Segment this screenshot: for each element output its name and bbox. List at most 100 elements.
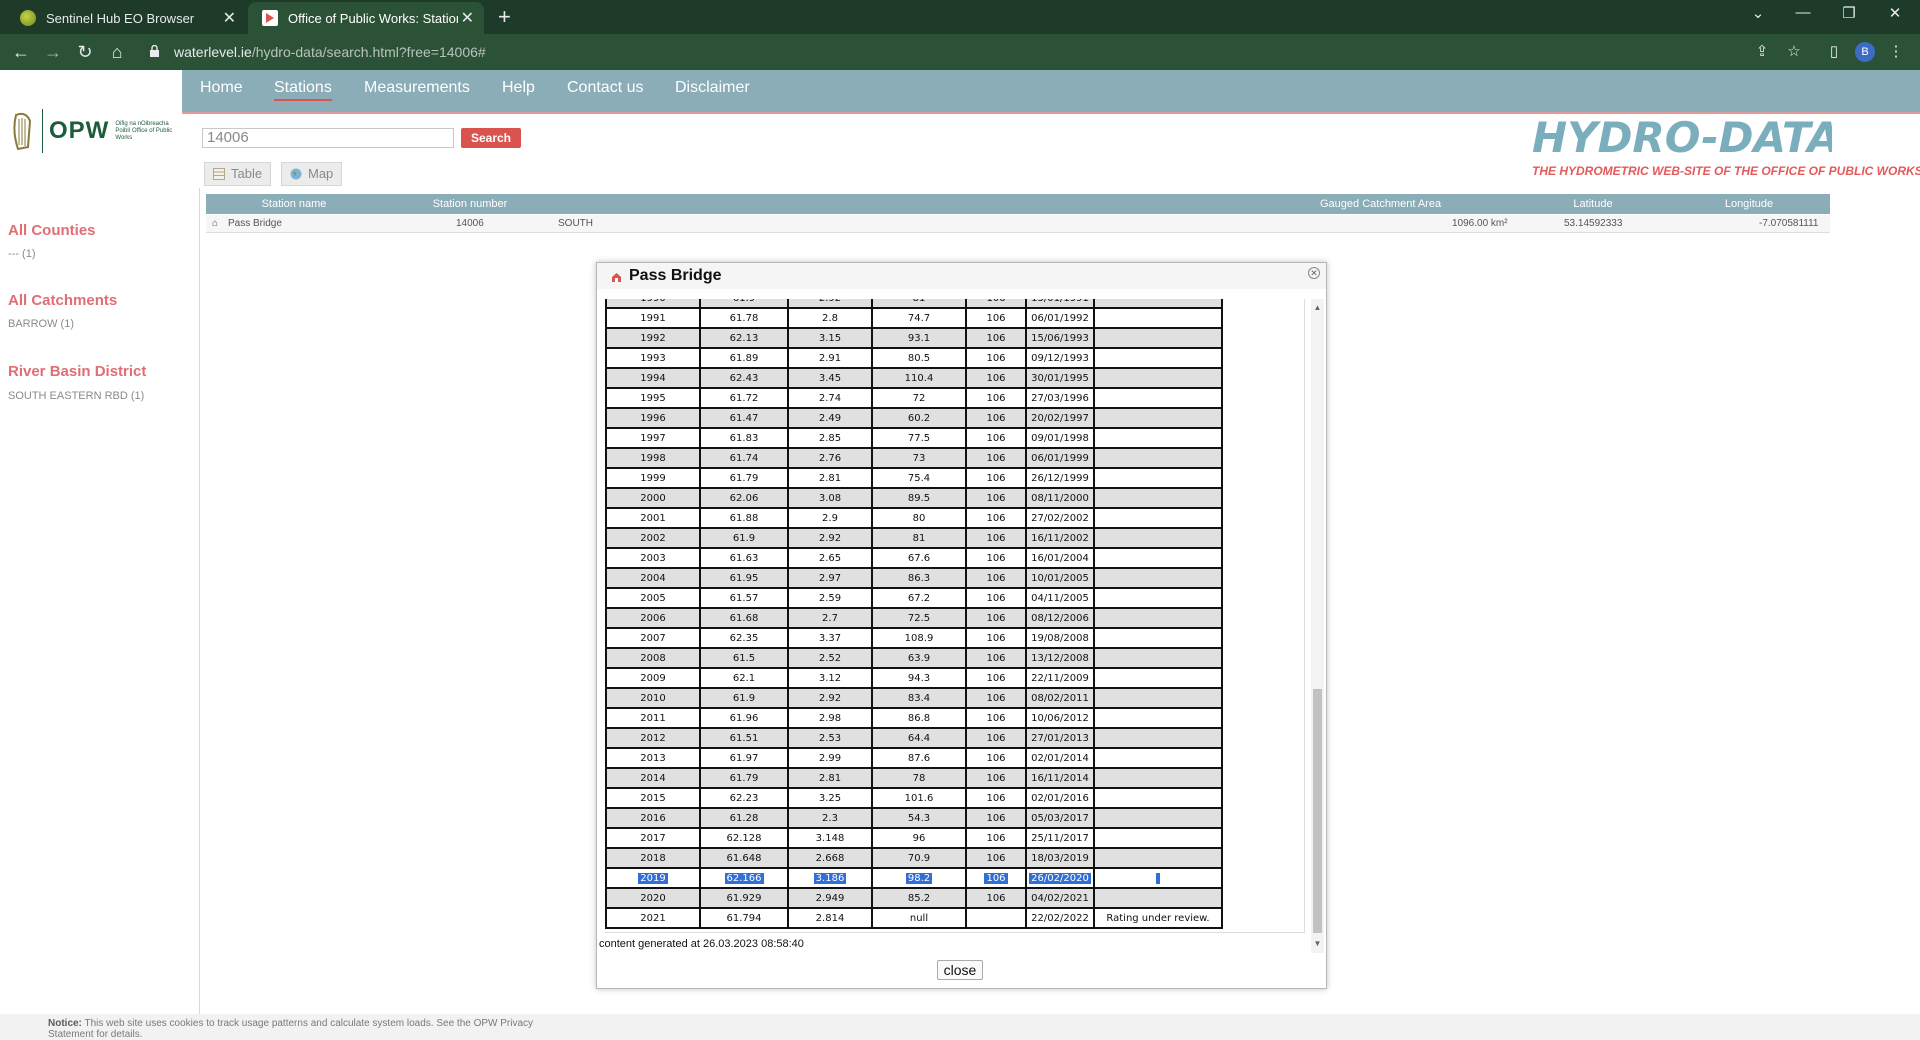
table-cell: 3.15 bbox=[787, 327, 873, 349]
col-station-number[interactable]: Station number bbox=[382, 198, 558, 210]
table-cell: 2001 bbox=[605, 507, 701, 529]
table-cell: 61.47 bbox=[699, 407, 789, 429]
table-cell bbox=[1093, 867, 1223, 889]
all-catchments-heading[interactable]: All Catchments bbox=[8, 292, 117, 309]
table-cell: 85.2 bbox=[871, 887, 967, 909]
share-icon[interactable]: ⇪ bbox=[1752, 42, 1772, 62]
table-cell: 72 bbox=[871, 387, 967, 409]
nav-disclaimer[interactable]: Disclaimer bbox=[675, 79, 750, 97]
dialog-title-bar[interactable]: Pass Bridge ✕ bbox=[597, 263, 1326, 289]
table-cell: Rating under review. bbox=[1093, 907, 1223, 929]
tab-opw-station-search[interactable]: Office of Public Works: Station Se ✕ bbox=[248, 2, 484, 34]
table-cell: 60.2 bbox=[871, 407, 967, 429]
scrollbar-thumb[interactable] bbox=[1313, 689, 1322, 933]
table-cell: 61.794 bbox=[699, 907, 789, 929]
col-station-name[interactable]: Station name bbox=[206, 198, 382, 210]
new-tab-icon[interactable]: + bbox=[498, 4, 511, 30]
table-cell: 2009 bbox=[605, 667, 701, 689]
table-row: 2021 61.794 2.814 null 22/02/2022 Rating unde… bbox=[605, 907, 1223, 929]
table-cell: 106 bbox=[965, 787, 1027, 809]
table-cell: 05/03/2017 bbox=[1025, 807, 1095, 829]
bookmark-star-icon[interactable]: ☆ bbox=[1784, 42, 1804, 62]
table-cell: 61.72 bbox=[699, 387, 789, 409]
close-tab-icon[interactable]: ✕ bbox=[223, 8, 236, 28]
table-cell: 80 bbox=[871, 507, 967, 529]
scroll-down-arrow-icon[interactable]: ▼ bbox=[1312, 939, 1323, 948]
table-cell: 2006 bbox=[605, 607, 701, 629]
table-cell: 26/12/1999 bbox=[1025, 467, 1095, 489]
nav-contact-us[interactable]: Contact us bbox=[567, 79, 643, 97]
table-cell: 2.949 bbox=[787, 887, 873, 909]
close-icon[interactable]: ✕ bbox=[1308, 267, 1320, 279]
table-row: 199061.92.928110615/01/1991 bbox=[605, 299, 1223, 309]
county-filter-item[interactable]: --- (1) bbox=[8, 248, 36, 260]
tab-sentinel-hub[interactable]: Sentinel Hub EO Browser ✕ bbox=[6, 2, 246, 34]
table-cell: 61.78 bbox=[699, 307, 789, 329]
home-icon[interactable]: ⌂ bbox=[105, 40, 129, 64]
table-cell: 61.5 bbox=[699, 647, 789, 669]
search-button[interactable]: Search bbox=[461, 128, 521, 148]
table-cell: 2002 bbox=[605, 527, 701, 549]
col-latitude[interactable]: Latitude bbox=[1518, 198, 1668, 210]
minimize-icon[interactable]: — bbox=[1780, 4, 1826, 21]
profile-avatar[interactable]: B bbox=[1855, 42, 1875, 62]
table-row: 1993 61.89 2.91 80.5 106 09/12/1993 bbox=[605, 347, 1223, 369]
table-cell: 2.98 bbox=[787, 707, 873, 729]
table-row[interactable]: ⌂ Pass Bridge 14006 SOUTH 1096.00 km² 53… bbox=[206, 215, 1830, 233]
table-cell: 2.59 bbox=[787, 587, 873, 609]
river-basin-district-heading[interactable]: River Basin District bbox=[8, 363, 146, 380]
table-row: 2003 61.63 2.65 67.6 106 16/01/2004 bbox=[605, 547, 1223, 569]
opw-logo[interactable]: OPW Oifig na nOibreacha Poiblí Office of… bbox=[0, 78, 182, 184]
forward-arrow-icon[interactable]: → bbox=[41, 40, 65, 64]
table-view-button[interactable]: Table bbox=[204, 162, 272, 186]
table-cell: 61.88 bbox=[699, 507, 789, 529]
table-cell: 75.4 bbox=[871, 467, 967, 489]
table-cell: 106 bbox=[965, 847, 1027, 869]
filter-sidebar: All Counties --- (1) All Catchments BARR… bbox=[0, 188, 200, 1040]
restore-icon[interactable]: ❐ bbox=[1826, 4, 1872, 22]
table-cell bbox=[1093, 487, 1223, 509]
browser-tab-bar: Sentinel Hub EO Browser ✕ Office of Publ… bbox=[0, 0, 1920, 34]
table-cell: 2012 bbox=[605, 727, 701, 749]
station-name-cell[interactable]: Pass Bridge bbox=[228, 218, 282, 229]
col-catchment-area[interactable]: Gauged Catchment Area bbox=[1320, 198, 1488, 210]
table-cell: 08/11/2000 bbox=[1025, 487, 1095, 509]
close-tab-icon[interactable]: ✕ bbox=[461, 8, 474, 28]
back-arrow-icon[interactable]: ← bbox=[9, 40, 33, 64]
nav-home[interactable]: Home bbox=[200, 79, 243, 97]
table-row: 1998 61.74 2.76 73 106 06/01/1999 bbox=[605, 447, 1223, 469]
side-panel-icon[interactable]: ▯ bbox=[1824, 42, 1844, 62]
table-cell bbox=[1093, 787, 1223, 809]
table-cell: 1997 bbox=[605, 427, 701, 449]
tab-search-chevron-icon[interactable]: ⌄ bbox=[1735, 4, 1781, 22]
table-cell: 3.25 bbox=[787, 787, 873, 809]
url-text: waterlevel.ie/hydro-data/search.html?fre… bbox=[174, 44, 486, 60]
table-cell: 3.08 bbox=[787, 487, 873, 509]
nav-help[interactable]: Help bbox=[502, 79, 535, 97]
reload-icon[interactable]: ↻ bbox=[73, 40, 97, 64]
vertical-scrollbar[interactable]: ▲ ▼ bbox=[1311, 299, 1324, 953]
table-cell: 80.5 bbox=[871, 347, 967, 369]
data-scroll-area[interactable]: 199061.92.928110615/01/1991199161.782.87… bbox=[605, 299, 1305, 933]
close-button[interactable]: close bbox=[937, 960, 983, 980]
table-cell: 106 bbox=[965, 627, 1027, 649]
catchment-filter-item[interactable]: BARROW (1) bbox=[8, 318, 74, 330]
nav-stations[interactable]: Stations bbox=[274, 79, 332, 101]
table-cell bbox=[1093, 647, 1223, 669]
table-cell: 61.28 bbox=[699, 807, 789, 829]
hydro-data-logo[interactable]: HYDRO-DATA bbox=[1532, 112, 1832, 162]
scroll-up-arrow-icon[interactable]: ▲ bbox=[1312, 303, 1323, 312]
table-cell: 106 bbox=[965, 667, 1027, 689]
nav-measurements[interactable]: Measurements bbox=[364, 79, 470, 97]
table-cell: 67.6 bbox=[871, 547, 967, 569]
station-search-input[interactable]: 14006 bbox=[202, 128, 454, 148]
address-bar[interactable]: waterlevel.ie/hydro-data/search.html?fre… bbox=[138, 38, 1788, 66]
close-window-icon[interactable]: ✕ bbox=[1872, 4, 1918, 22]
all-counties-heading[interactable]: All Counties bbox=[8, 222, 96, 239]
table-cell: 2020 bbox=[605, 887, 701, 909]
col-longitude[interactable]: Longitude bbox=[1668, 198, 1830, 210]
table-cell: 106 bbox=[965, 467, 1027, 489]
more-menu-icon[interactable]: ⋮ bbox=[1886, 42, 1906, 62]
rbd-filter-item[interactable]: SOUTH EASTERN RBD (1) bbox=[8, 390, 144, 402]
map-view-button[interactable]: Map bbox=[281, 162, 343, 186]
